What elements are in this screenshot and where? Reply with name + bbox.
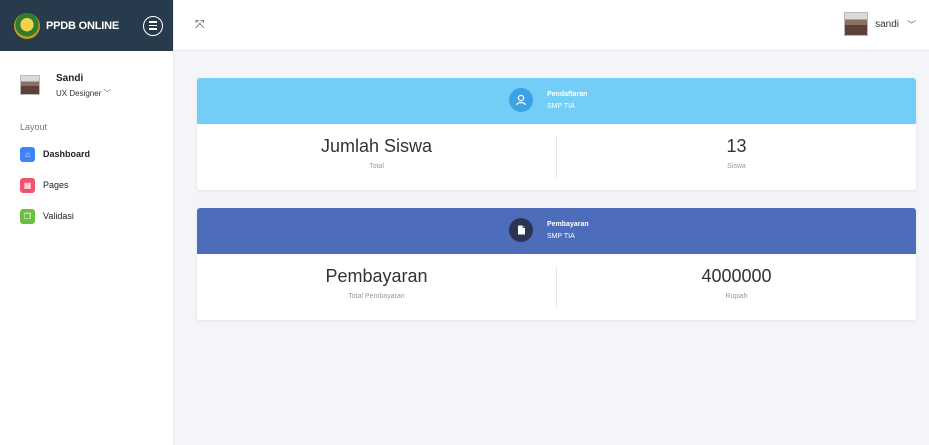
brand-bar: PPDB ONLINE [0,0,173,51]
document-icon [509,218,533,242]
stat-right: 13 Siswa [556,136,916,178]
user-icon [509,88,533,112]
stat-left-value: Pembayaran [325,266,428,286]
sidebar-nav: ⌂ Dashboard ▦ Pages ❐ Validasi [20,146,90,239]
sidebar-item-label: Pages [43,180,69,190]
stat-right-value: 13 [726,136,747,156]
chat-icon: ❐ [20,208,35,224]
stat-right-value: 4000000 [701,266,772,286]
top-user-name: sandi [875,18,899,30]
section-label: Layout [20,122,48,132]
sidebar-item-label: Validasi [43,211,74,221]
sidebar-item-label: Dashboard [43,149,91,159]
avatar [20,75,40,95]
card-subtitle: SMP TIA [547,233,575,240]
card-body: Pembayaran Total Pembayaran 4000000 Rupi… [197,254,916,320]
user-menu[interactable]: sandi ﹀ [844,12,916,36]
menu-toggle-icon[interactable] [143,15,163,36]
card-subtitle: SMP TIA [547,103,575,110]
chevron-down-icon: ﹀ [103,89,112,98]
sidebar-item-dashboard[interactable]: ⌂ Dashboard [20,146,90,162]
sidebar-item-validasi[interactable]: ❐ Validasi [20,208,90,224]
user-name: Sandi [56,73,84,84]
card-body: Jumlah Siswa Total 13 Siswa [197,124,916,190]
user-role[interactable]: UX Designer ﹀ [56,88,111,99]
user-role-label: UX Designer [56,89,102,98]
school-logo[interactable] [14,12,40,39]
chevron-down-icon: ﹀ [906,19,916,30]
brand-title[interactable]: PPDB ONLINE [46,20,143,32]
stat-left-caption: Total Pembayaran [348,293,405,300]
stat-left: Pembayaran Total Pembayaran [197,254,556,320]
card-pendaftaran: Pendaftaran SMP TIA Jumlah Siswa Total 1… [197,78,916,190]
stat-right-caption: Rupiah [725,293,748,300]
stat-right: 4000000 Rupiah [556,266,916,308]
avatar [844,12,869,36]
stat-left-caption: Total [369,163,384,170]
stat-left: Jumlah Siswa Total [197,124,556,190]
stat-left-value: Jumlah Siswa [320,136,433,156]
card-title: Pendaftaran [547,91,588,98]
fullscreen-icon[interactable]: ⤧ [195,17,205,32]
card-title: Pembayaran [547,221,589,228]
card-pembayaran: Pembayaran SMP TIA Pembayaran Total Pemb… [197,208,916,320]
sidebar: PPDB ONLINE Sandi UX Designer ﹀ Layout ⌂ … [0,0,174,445]
card-header: Pendaftaran SMP TIA [197,78,916,124]
top-bar: ⤧ sandi ﹀ [174,0,929,51]
stat-right-caption: Siswa [727,163,746,170]
sidebar-item-pages[interactable]: ▦ Pages [20,177,90,193]
grid-icon: ▦ [20,177,35,193]
home-icon: ⌂ [20,146,35,162]
card-header: Pembayaran SMP TIA [197,208,916,254]
